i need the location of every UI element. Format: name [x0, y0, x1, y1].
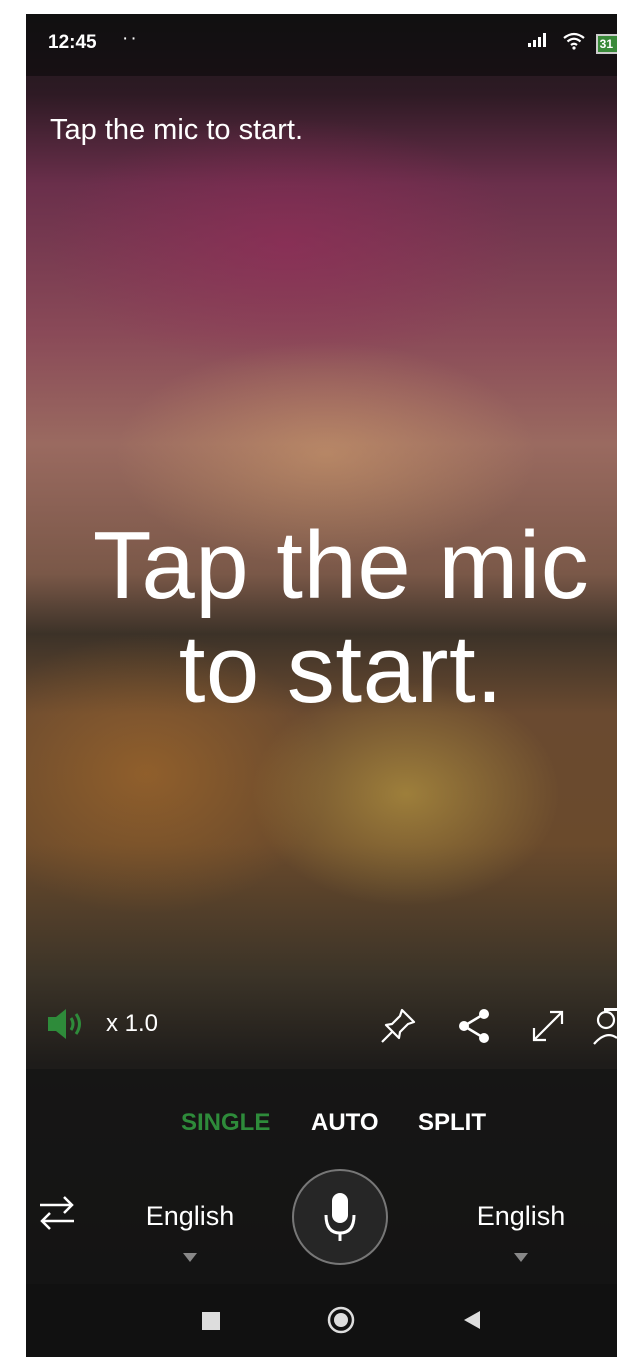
microphone-icon: [324, 1193, 356, 1241]
prompt-large: Tap the mic to start.: [26, 514, 617, 722]
tab-auto[interactable]: AUTO: [311, 1109, 379, 1137]
status-icons: 31: [526, 31, 617, 56]
mic-button[interactable]: [292, 1169, 388, 1265]
target-language[interactable]: English: [451, 1201, 591, 1232]
tab-single[interactable]: SINGLE: [181, 1109, 270, 1137]
status-time: 12:45: [48, 32, 97, 53]
battery-icon: 31: [595, 33, 617, 54]
notification-dots: ··: [122, 28, 139, 49]
status-bar: 12:45 ·· 31: [26, 14, 617, 76]
wifi-icon: [562, 31, 586, 56]
target-language-dropdown-icon[interactable]: [514, 1253, 528, 1262]
signal-icon: [526, 31, 552, 56]
app-screen: 12:45 ·· 31 Tap the mic to start. Tap th…: [26, 14, 617, 1357]
speaker-icon[interactable]: [46, 1006, 90, 1047]
source-language-dropdown-icon[interactable]: [183, 1253, 197, 1262]
share-icon[interactable]: [454, 1006, 494, 1051]
pin-icon[interactable]: [378, 1006, 418, 1051]
tab-split[interactable]: SPLIT: [418, 1109, 486, 1137]
language-row: English English: [26, 1169, 617, 1279]
recents-icon[interactable]: [198, 1306, 224, 1339]
controls-row: x 1.0: [26, 1006, 617, 1046]
back-icon[interactable]: [460, 1306, 484, 1339]
swap-languages-icon[interactable]: [36, 1193, 78, 1238]
speed-label[interactable]: x 1.0: [106, 1010, 158, 1038]
expand-icon[interactable]: [528, 1006, 568, 1051]
home-icon[interactable]: [326, 1306, 356, 1339]
prompt-caption: Tap the mic to start.: [50, 114, 304, 146]
bottom-panel: SINGLE AUTO SPLIT English English: [26, 1069, 617, 1284]
source-language[interactable]: English: [120, 1201, 260, 1232]
system-nav-bar: [26, 1284, 617, 1357]
person-icon[interactable]: [592, 1006, 617, 1051]
prompt-large-line-2: to start.: [178, 616, 504, 723]
prompt-large-line-1: Tap the mic: [92, 512, 590, 619]
